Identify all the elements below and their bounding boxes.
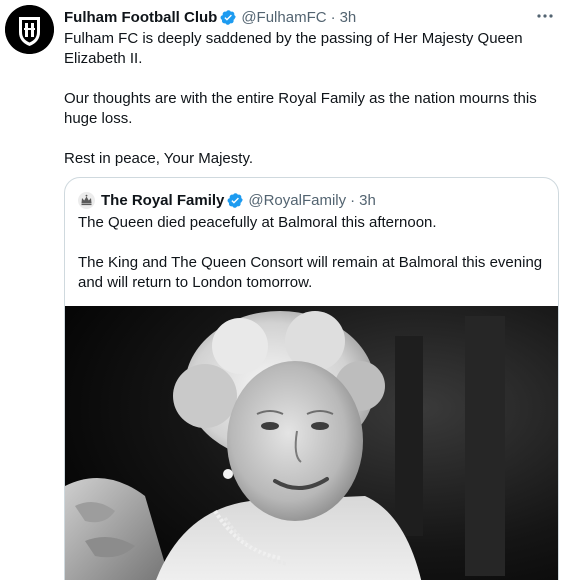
verified-badge-icon xyxy=(227,192,244,209)
quoted-tweet-paragraph: The King and The Queen Consort will rema… xyxy=(78,254,543,291)
author-handle[interactable]: @FulhamFC xyxy=(241,9,326,26)
quoted-tweet[interactable]: The Royal Family @RoyalFamily · 3h The Q… xyxy=(64,177,559,580)
quoted-author-handle[interactable]: @RoyalFamily xyxy=(248,192,346,209)
more-options-icon xyxy=(537,14,553,18)
tweet-paragraph: Rest in peace, Your Majesty. xyxy=(64,150,253,167)
quoted-author-name[interactable]: The Royal Family xyxy=(101,192,224,209)
tweet-paragraph: Our thoughts are with the entire Royal F… xyxy=(64,90,537,127)
separator-dot: · xyxy=(350,191,356,209)
verified-badge-icon xyxy=(220,9,237,26)
queen-portrait-photo[interactable] xyxy=(65,306,558,580)
separator-dot: · xyxy=(330,8,336,26)
royal-crest-icon[interactable] xyxy=(78,191,95,209)
fulham-crest-icon xyxy=(5,5,54,54)
author-name[interactable]: Fulham Football Club xyxy=(64,9,217,26)
tweet-paragraph: Fulham FC is deeply saddened by the pass… xyxy=(64,30,523,67)
tweet-timestamp[interactable]: 3h xyxy=(340,9,357,26)
quoted-tweet-text: The Queen died peacefully at Balmoral th… xyxy=(78,213,548,313)
tweet-text: Fulham FC is deeply saddened by the pass… xyxy=(64,29,554,189)
tweet-header: Fulham Football Club @FulhamFC · 3h xyxy=(64,7,356,27)
quoted-tweet-timestamp[interactable]: 3h xyxy=(359,192,376,209)
quoted-tweet-header: The Royal Family @RoyalFamily · 3h xyxy=(78,190,376,210)
tweet[interactable]: Fulham Football Club @FulhamFC · 3h Fulh… xyxy=(0,0,582,580)
fulham-avatar[interactable] xyxy=(5,5,54,54)
more-options-button[interactable] xyxy=(534,6,556,26)
quoted-tweet-paragraph: The Queen died peacefully at Balmoral th… xyxy=(78,214,437,231)
